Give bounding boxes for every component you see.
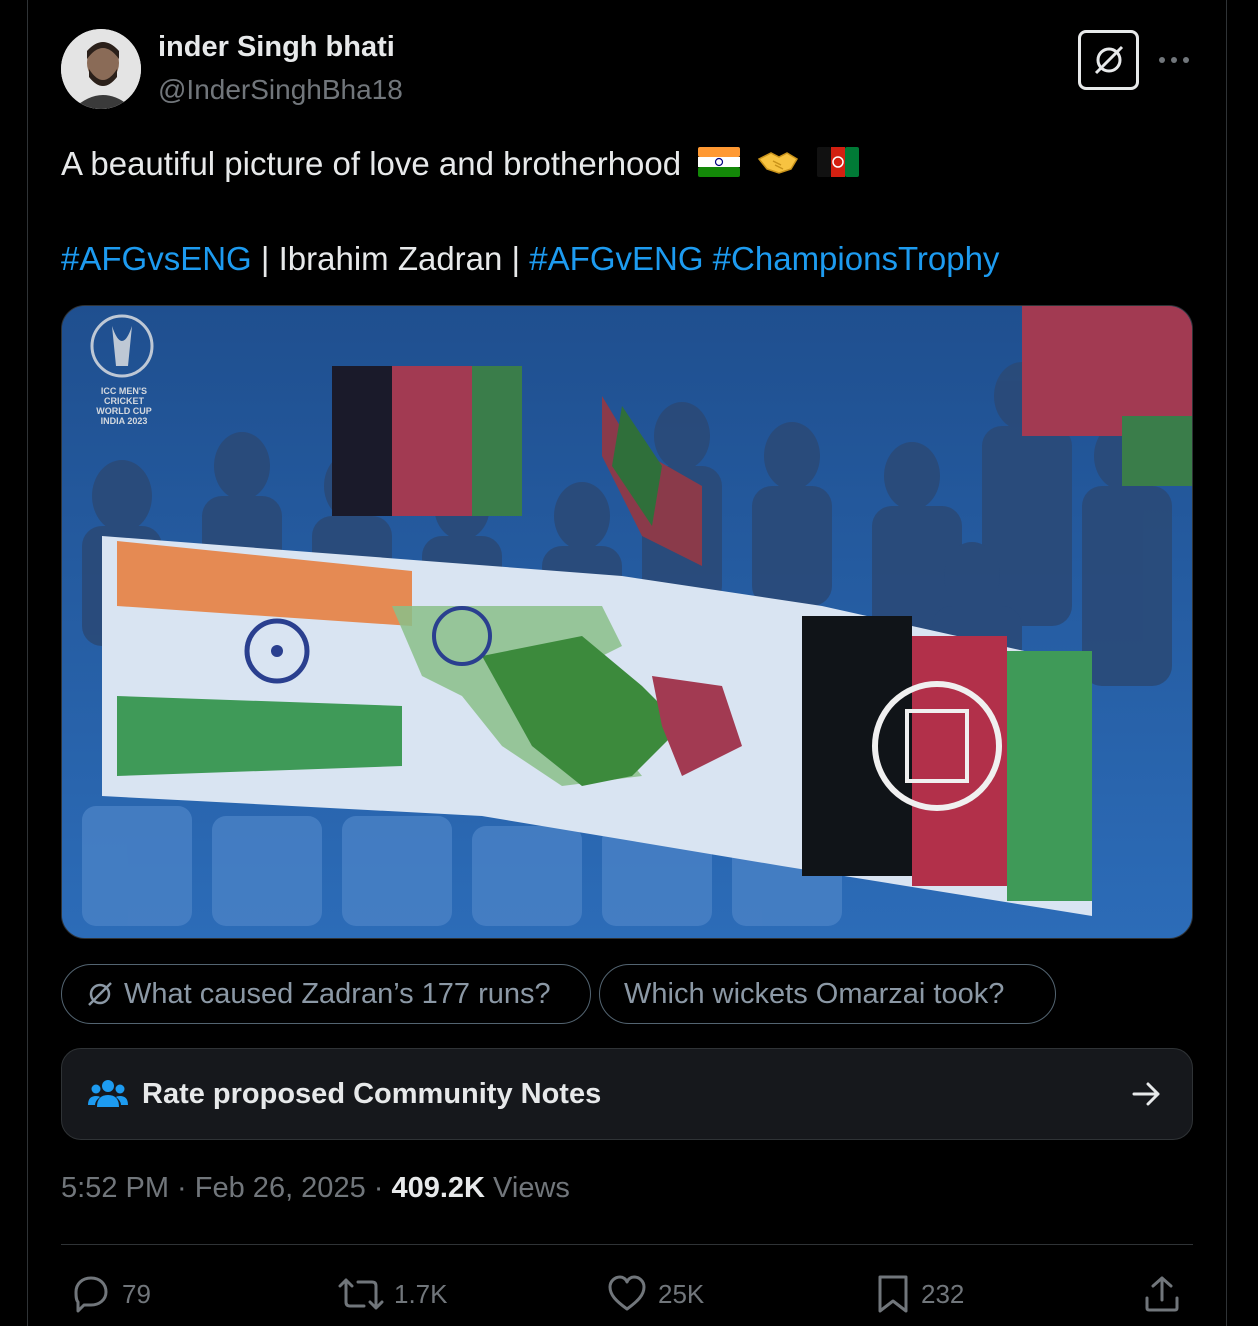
grok-icon — [88, 982, 112, 1006]
tweet-hashtags-line: #AFGvsENG | Ibrahim Zadran | #AFGvENG #C… — [61, 235, 1191, 283]
heart-icon — [608, 1275, 646, 1311]
repost-icon — [338, 1278, 384, 1310]
handshake-emoji — [757, 142, 799, 190]
bookmark-count: 232 — [921, 1278, 965, 1309]
more-options-button[interactable] — [1156, 42, 1192, 78]
tweet-date[interactable]: Feb 26, 2025 — [195, 1172, 366, 1204]
divider — [61, 1244, 1193, 1245]
grok-button[interactable] — [1078, 30, 1139, 90]
bookmark-icon — [878, 1275, 908, 1313]
hashtag-afgveng[interactable]: #AFGvENG — [529, 240, 703, 277]
arrow-right-icon — [1132, 1082, 1160, 1106]
rate-community-notes-button[interactable]: Rate proposed Community Notes — [61, 1048, 1193, 1140]
reply-icon — [74, 1276, 108, 1313]
afghanistan-flag-emoji — [816, 142, 859, 190]
tweet-meta: 5:52 PM · Feb 26, 2025 · 409.2K Views — [61, 1172, 570, 1205]
stadium-photo — [62, 306, 1192, 938]
separator-dot: · — [169, 1172, 195, 1204]
share-icon — [1145, 1276, 1179, 1312]
repost-button[interactable]: 1.7K — [338, 1270, 448, 1318]
hashtag-championstrophy[interactable]: #ChampionsTrophy — [713, 240, 1000, 277]
chip-label: What caused Zadran’s 177 runs? — [124, 977, 551, 1010]
bookmark-button[interactable]: 232 — [875, 1270, 964, 1318]
repost-count: 1.7K — [394, 1278, 448, 1309]
watermark-text: ICC MEN'S CRICKET WORLD CUP INDIA 2023 — [96, 386, 152, 426]
like-count: 25K — [658, 1278, 705, 1309]
tweet-time[interactable]: 5:52 PM — [61, 1172, 169, 1204]
tweet-photo[interactable]: ICC MEN'S CRICKET WORLD CUP INDIA 2023 — [61, 305, 1193, 939]
reply-count: 79 — [122, 1278, 151, 1309]
author-display-name[interactable]: inder Singh bhati — [158, 31, 395, 64]
views-count: 409.2K — [391, 1172, 485, 1204]
avatar[interactable] — [61, 29, 141, 109]
india-flag-emoji — [698, 142, 741, 190]
tweet-text-line1: A beautiful picture of love and brotherh… — [61, 145, 682, 182]
community-notes-label: Rate proposed Community Notes — [142, 1077, 602, 1110]
like-button[interactable]: 25K — [606, 1270, 704, 1318]
reply-button[interactable]: 79 — [70, 1270, 151, 1318]
share-button[interactable] — [1142, 1270, 1182, 1318]
tweet-separator-text: | Ibrahim Zadran | — [251, 240, 530, 277]
separator-dot: · — [365, 1172, 392, 1204]
people-icon — [88, 1080, 128, 1107]
grok-icon — [1094, 45, 1123, 75]
views-label: Views — [485, 1172, 570, 1204]
grok-suggestion-chip[interactable]: What caused Zadran’s 177 runs? — [61, 964, 591, 1024]
tweet-text: A beautiful picture of love and brotherh… — [61, 140, 1191, 190]
more-icon — [1159, 57, 1189, 63]
hashtag-afgvseng[interactable]: #AFGvsENG — [61, 240, 252, 277]
grok-suggestion-chip[interactable]: Which wickets Omarzai took? — [599, 964, 1056, 1024]
chip-label: Which wickets Omarzai took? — [624, 977, 1005, 1010]
author-handle[interactable]: @InderSinghBha18 — [158, 74, 403, 106]
